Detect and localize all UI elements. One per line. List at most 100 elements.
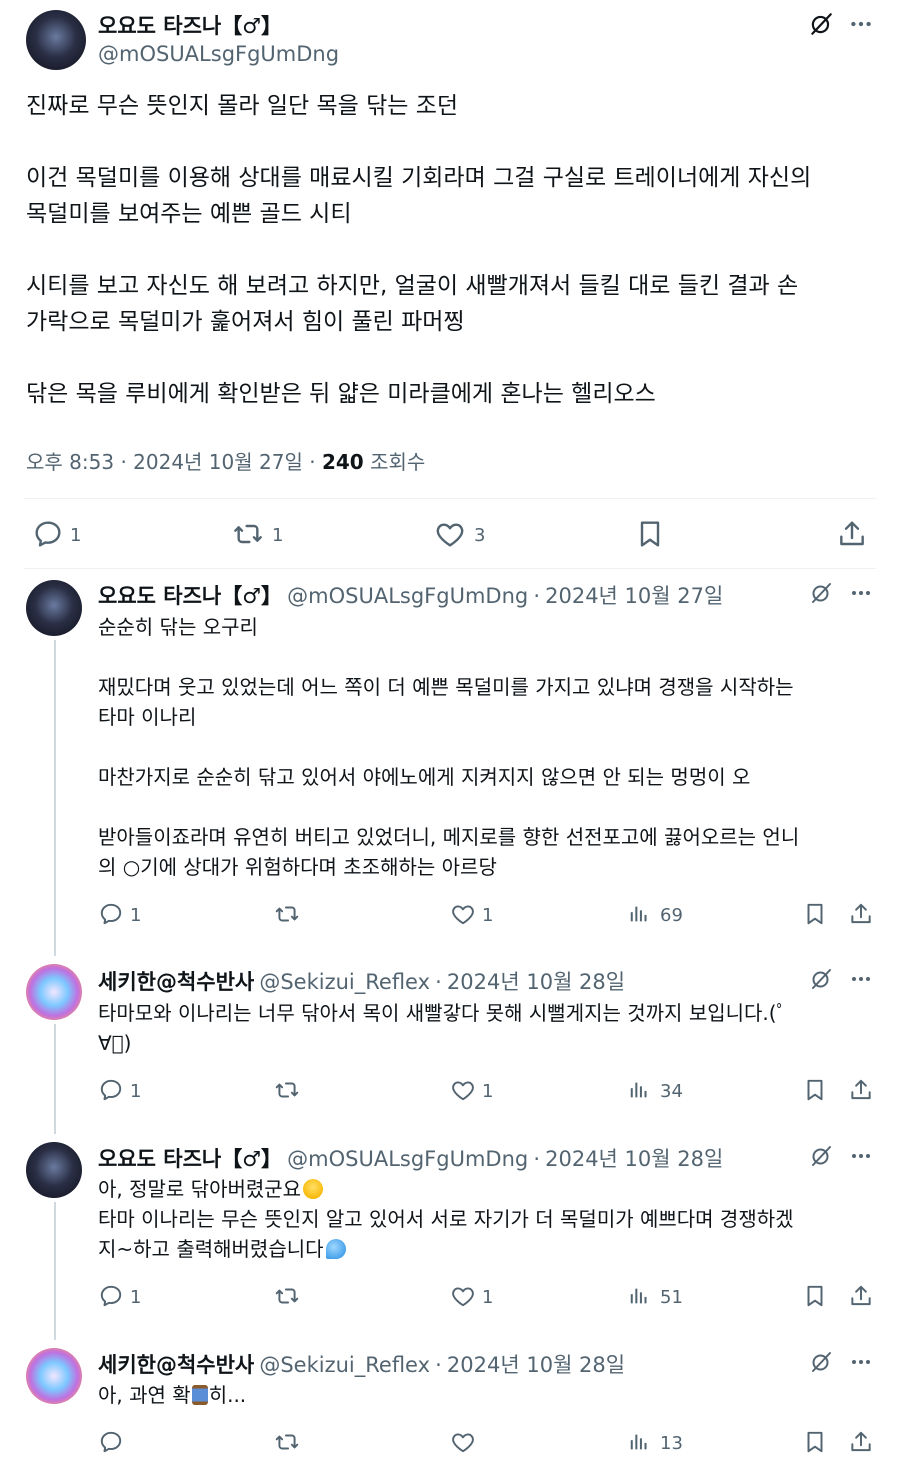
like-icon[interactable] — [450, 901, 476, 927]
reply-icon[interactable] — [98, 1077, 124, 1103]
text-line: 지~하고 출력해버렸습니다 — [98, 1237, 324, 1261]
reply-icon[interactable] — [98, 901, 124, 927]
like-icon[interactable] — [450, 1429, 476, 1455]
reply-icon[interactable] — [98, 1429, 124, 1455]
view-label: 조회수 — [370, 450, 426, 474]
views-icon[interactable] — [628, 1431, 650, 1453]
handle[interactable]: @mOSUALsgFgUmDng — [287, 1147, 528, 1171]
like-icon[interactable] — [450, 1077, 476, 1103]
reply-date[interactable]: 2024년 10월 27일 — [545, 584, 723, 608]
tears-of-joy-emoji-icon — [303, 1179, 324, 1199]
tweet-meta: 오후 8:53 · 2024년 10월 27일 · 240 조회수 — [26, 450, 426, 474]
display-name[interactable]: 오요도 타즈나【♂】 — [98, 584, 282, 608]
bookmark-icon[interactable] — [634, 518, 666, 550]
bookmark-icon[interactable] — [802, 1429, 828, 1455]
sweat-droplets-emoji-icon — [325, 1239, 346, 1259]
retweet-icon[interactable] — [232, 518, 264, 550]
reply-date[interactable]: 2024년 10월 28일 — [447, 970, 625, 994]
reply-date[interactable]: 2024년 10월 28일 — [447, 1353, 625, 1377]
display-name[interactable]: 오요도 타즈나【♂】 — [98, 1147, 282, 1171]
avatar[interactable] — [26, 964, 82, 1020]
views-icon[interactable] — [628, 1079, 650, 1101]
like-count: 1 — [482, 905, 494, 926]
text-line: 재밌다며 웃고 있었는데 어느 쪽이 더 예쁜 목덜미를 가지고 있냐며 경쟁을… — [98, 675, 794, 699]
like-count: 1 — [482, 1081, 494, 1102]
handle[interactable]: @mOSUALsgFgUmDng — [287, 584, 528, 608]
text-line: 이건 목덜미를 이용해 상대를 매료시킬 기회라며 그걸 구실로 트레이너에게 … — [26, 165, 812, 191]
like-icon[interactable] — [450, 1283, 476, 1309]
grok-icon[interactable] — [809, 1350, 833, 1374]
more-icon[interactable] — [849, 967, 873, 991]
bookmark-icon[interactable] — [802, 1077, 828, 1103]
text-line: 마찬가지로 순순히 닦고 있어서 야에노에게 지켜지지 않으면 안 되는 멍멍이… — [98, 765, 751, 789]
display-name[interactable]: 오요도 타즈나【♂】 — [98, 10, 282, 40]
thread-spool-emoji-icon — [191, 1385, 208, 1405]
share-icon[interactable] — [836, 518, 868, 550]
reply-count: 1 — [130, 905, 142, 926]
more-icon[interactable] — [848, 11, 874, 37]
thread-line — [54, 1024, 56, 1134]
text-line: 닦은 목을 루비에게 확인받은 뒤 얇은 미라클에게 혼나는 헬리오스 — [26, 381, 656, 407]
avatar[interactable] — [26, 1348, 82, 1404]
share-icon[interactable] — [848, 1283, 874, 1309]
grok-icon[interactable] — [809, 581, 833, 605]
avatar[interactable] — [26, 10, 86, 70]
reply-icon[interactable] — [98, 1283, 124, 1309]
reply-text: 순순히 닦는 오구리 재밌다며 웃고 있었는데 어느 쪽이 더 예쁜 목덜미를 … — [98, 612, 799, 882]
display-name[interactable]: 세키한@척수반사 — [98, 970, 254, 994]
grok-icon[interactable] — [808, 11, 834, 37]
bookmark-icon[interactable] — [802, 901, 828, 927]
handle[interactable]: @mOSUALsgFgUmDng — [98, 42, 339, 66]
avatar[interactable] — [26, 1142, 82, 1198]
text-line: 아, 과연 확 — [98, 1383, 191, 1407]
retweet-icon[interactable] — [274, 901, 300, 927]
reply-text: 타마모와 이나리는 너무 닦아서 목이 새빨갛다 못해 시뻘게지는 것까지 보입… — [98, 998, 787, 1058]
view-count: 69 — [660, 905, 683, 926]
retweet-icon[interactable] — [274, 1077, 300, 1103]
share-icon[interactable] — [848, 1429, 874, 1455]
tweet-date[interactable]: 2024년 10월 27일 — [133, 450, 303, 474]
bookmark-icon[interactable] — [802, 1283, 828, 1309]
more-icon[interactable] — [849, 1144, 873, 1168]
text-line: 시티를 보고 자신도 해 보려고 하지만, 얼굴이 새빨개져서 들킬 대로 들킨… — [26, 273, 799, 299]
grok-icon[interactable] — [809, 967, 833, 991]
text-line: 히... — [208, 1383, 247, 1407]
view-count: 240 — [321, 450, 364, 474]
more-icon[interactable] — [849, 1350, 873, 1374]
grok-icon[interactable] — [809, 1144, 833, 1168]
text-line: 타마 이나리 — [98, 705, 197, 729]
text-line: ∀ﾟ) — [98, 1031, 132, 1055]
text-line: 목덜미를 보여주는 예쁜 골드 시티 — [26, 201, 352, 227]
divider — [24, 498, 876, 499]
text-line: 타마모와 이나리는 너무 닦아서 목이 새빨갛다 못해 시뻘게지는 것까지 보입… — [98, 1001, 787, 1025]
views-icon[interactable] — [628, 903, 650, 925]
thread-line — [54, 1202, 56, 1340]
views-icon[interactable] — [628, 1285, 650, 1307]
text-line: 타마 이나리는 무슨 뜻인지 알고 있어서 서로 자기가 더 목덜미가 예쁘다며… — [98, 1207, 794, 1231]
retweet-count: 1 — [272, 525, 284, 546]
reply-text: 아, 정말로 닦아버렸군요 타마 이나리는 무슨 뜻인지 알고 있어서 서로 자… — [98, 1174, 794, 1264]
like-icon[interactable] — [434, 518, 466, 550]
text-line: 순순히 닦는 오구리 — [98, 615, 258, 639]
view-count: 13 — [660, 1433, 683, 1454]
retweet-icon[interactable] — [274, 1283, 300, 1309]
reply-icon[interactable] — [32, 518, 64, 550]
text-line: 가락으로 목덜미가 훑어져서 힘이 풀린 파머찡 — [26, 309, 465, 335]
text-line: 진짜로 무슨 뜻인지 몰라 일단 목을 닦는 조던 — [26, 93, 459, 119]
retweet-icon[interactable] — [274, 1429, 300, 1455]
display-name[interactable]: 세키한@척수반사 — [98, 1353, 254, 1377]
avatar[interactable] — [26, 580, 82, 636]
tweet-time[interactable]: 오후 8:53 — [26, 450, 114, 474]
reply-count: 1 — [130, 1081, 142, 1102]
reply-date[interactable]: 2024년 10월 28일 — [545, 1147, 723, 1171]
like-count: 1 — [482, 1287, 494, 1308]
share-icon[interactable] — [848, 901, 874, 927]
divider — [24, 568, 876, 569]
share-icon[interactable] — [848, 1077, 874, 1103]
more-icon[interactable] — [849, 581, 873, 605]
text-line: 받아들이죠라며 유연히 버티고 있었더니, 메지로를 향한 선전포고에 끓어오르… — [98, 825, 800, 849]
reply-text: 아, 과연 확 히... — [98, 1380, 246, 1410]
reply-count: 1 — [70, 525, 82, 546]
handle[interactable]: @Sekizui_Reflex — [259, 1353, 430, 1377]
handle[interactable]: @Sekizui_Reflex — [259, 970, 430, 994]
